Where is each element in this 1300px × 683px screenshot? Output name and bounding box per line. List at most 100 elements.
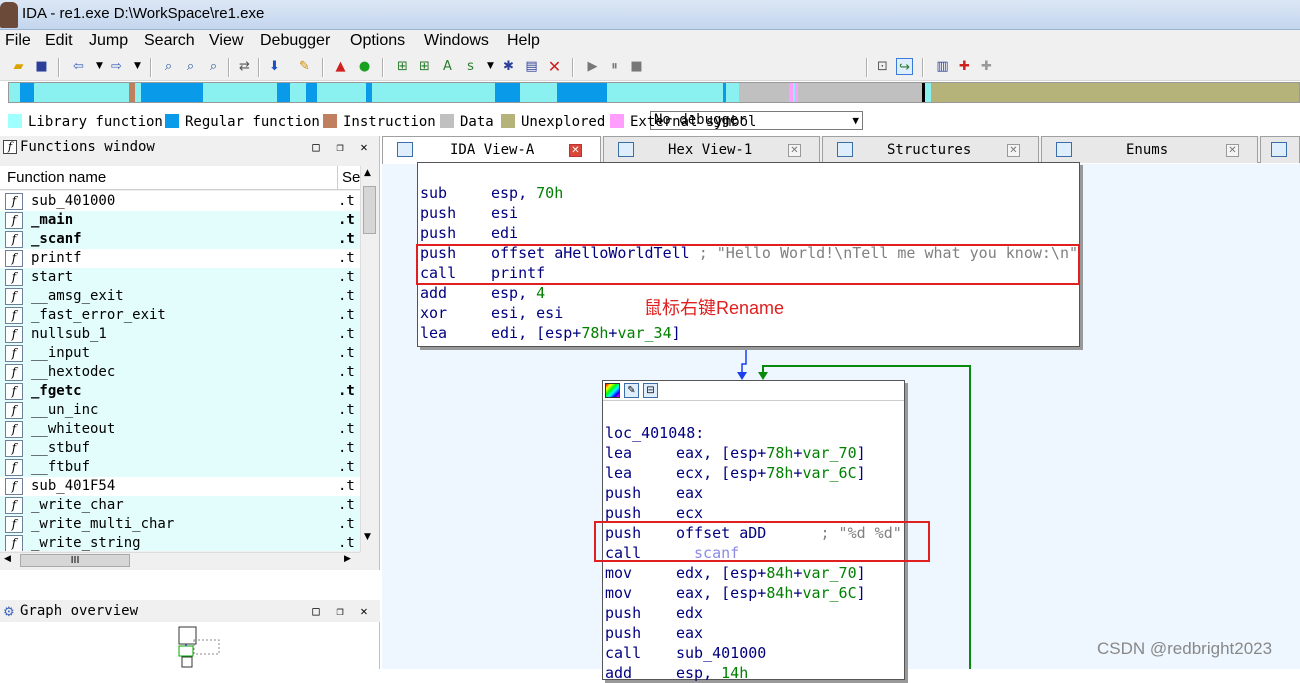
close-icon[interactable]: ✕ xyxy=(1226,144,1239,157)
close-icon[interactable]: ✕ xyxy=(788,144,801,157)
asm-operands[interactable]: sub_401000 xyxy=(676,643,766,663)
menu-options[interactable]: Options xyxy=(350,32,405,50)
forward-dropdown-icon[interactable]: ▼ xyxy=(129,58,146,75)
function-row[interactable]: f __ftbuf .t xyxy=(0,458,360,477)
data-icon[interactable]: ⊞ xyxy=(416,58,433,75)
scroll-up-icon[interactable]: ▲ xyxy=(364,168,371,178)
functions-vertical-scrollbar[interactable]: ▲ ▼ xyxy=(360,166,378,552)
block-label[interactable]: loc_401048: xyxy=(605,423,704,443)
call-target-sub-401000[interactable]: sub_401000 xyxy=(676,644,766,662)
code-icon[interactable]: ⊞ xyxy=(394,58,411,75)
asm-line[interactable]: lea xyxy=(420,323,447,343)
function-row[interactable]: f __un_inc .t xyxy=(0,401,360,420)
breakpoint-add-icon[interactable]: ✚ xyxy=(956,58,973,75)
function-row[interactable]: f sub_401F54 .t xyxy=(0,477,360,496)
restore-icon[interactable]: ❐ xyxy=(332,136,348,158)
menu-view[interactable]: View xyxy=(209,32,243,50)
function-row[interactable]: f printf .t xyxy=(0,249,360,268)
tab-hex-view-1[interactable]: Hex View-1 ✕ xyxy=(603,136,820,163)
tab-more[interactable] xyxy=(1260,136,1300,163)
scroll-down-icon[interactable]: ▼ xyxy=(364,532,371,542)
asm-line[interactable]: mov xyxy=(605,563,632,583)
graph-overview-minimap[interactable] xyxy=(170,624,230,669)
menu-search[interactable]: Search xyxy=(144,32,195,50)
menu-jump[interactable]: Jump xyxy=(89,32,128,50)
asm-line[interactable]: push xyxy=(605,483,641,503)
function-row[interactable]: f nullsub_1 .t xyxy=(0,325,360,344)
stop-icon[interactable]: ■ xyxy=(628,58,645,75)
menu-file[interactable]: File xyxy=(5,32,31,50)
minimize-icon[interactable]: □ xyxy=(308,136,324,158)
column-function-name[interactable]: Function name xyxy=(7,166,106,190)
menu-debugger[interactable]: Debugger xyxy=(260,32,330,50)
color-icon[interactable] xyxy=(605,383,620,398)
save-icon[interactable]: ■ xyxy=(33,58,50,75)
function-row[interactable]: f __hextodec .t xyxy=(0,363,360,382)
group-icon[interactable]: ⊟ xyxy=(643,383,658,398)
tab-structures[interactable]: Structures ✕ xyxy=(822,136,1039,163)
tab-enums[interactable]: Enums ✕ xyxy=(1041,136,1258,163)
function-row[interactable]: f _write_char .t xyxy=(0,496,360,515)
scroll-thumb[interactable] xyxy=(363,186,376,234)
green-circle-icon[interactable]: ● xyxy=(356,58,373,75)
step-icon[interactable]: ↪ xyxy=(896,58,913,75)
asm-line[interactable]: push xyxy=(420,203,456,223)
function-row[interactable]: f __amsg_exit .t xyxy=(0,287,360,306)
scroll-right-icon[interactable]: ▶ xyxy=(344,554,351,564)
jump-down-icon[interactable]: ⬇ xyxy=(266,58,283,75)
function-row[interactable]: f sub_401000 .t xyxy=(0,192,360,211)
breakpoint-remove-icon[interactable]: ✚ xyxy=(978,58,995,75)
attach-icon[interactable]: ⊡ xyxy=(874,58,891,75)
search-binary-icon[interactable]: ⌕ xyxy=(160,58,177,75)
menu-edit[interactable]: Edit xyxy=(45,32,73,50)
asm-line[interactable]: mov xyxy=(605,583,632,603)
string-dropdown-icon[interactable]: ▼ xyxy=(482,58,499,75)
function-row[interactable]: f _write_string .t xyxy=(0,534,360,551)
restore-icon[interactable]: ❐ xyxy=(332,600,348,622)
function-row[interactable]: f _fgetc .t xyxy=(0,382,360,401)
menu-help[interactable]: Help xyxy=(507,32,540,50)
asm-line[interactable]: sub xyxy=(420,183,447,203)
asm-line[interactable]: add xyxy=(420,283,447,303)
rename-icon[interactable]: ✎ xyxy=(624,383,639,398)
undefine-icon[interactable]: ✕ xyxy=(546,58,563,75)
search-next-icon[interactable]: ⇄ xyxy=(236,58,253,75)
tab-ida-view-a[interactable]: IDA View-A ✕ xyxy=(382,136,601,164)
back-dropdown-icon[interactable]: ▼ xyxy=(91,58,108,75)
close-icon[interactable]: ✕ xyxy=(569,144,582,157)
back-icon[interactable]: ⇦ xyxy=(70,58,87,75)
function-row[interactable]: f _main .t xyxy=(0,211,360,230)
minimize-icon[interactable]: □ xyxy=(308,600,324,622)
close-icon[interactable]: ✕ xyxy=(356,136,372,158)
asm-line[interactable]: push xyxy=(605,623,641,643)
function-row[interactable]: f _fast_error_exit .t xyxy=(0,306,360,325)
list-icon[interactable]: ▥ xyxy=(934,58,951,75)
graph-view[interactable]: sub esp, 70h push esi push edi push offs… xyxy=(382,162,1300,682)
navigation-band[interactable] xyxy=(8,82,1300,103)
function-row[interactable]: f _scanf .t xyxy=(0,230,360,249)
warning-icon[interactable]: ▲ xyxy=(332,58,349,75)
functions-horizontal-scrollbar[interactable]: ◀ III ▶ xyxy=(0,552,360,568)
asm-line[interactable]: xor xyxy=(420,303,447,323)
asm-line[interactable]: push xyxy=(605,603,641,623)
array-icon[interactable]: A xyxy=(439,58,456,75)
close-icon[interactable]: ✕ xyxy=(356,600,372,622)
string-icon[interactable]: s xyxy=(462,58,479,75)
play-icon[interactable]: ▶ xyxy=(584,58,601,75)
function-row[interactable]: f _write_multi_char .t xyxy=(0,515,360,534)
asm-line[interactable]: call xyxy=(605,643,641,663)
asm-line[interactable]: push xyxy=(605,503,641,523)
open-file-icon[interactable]: ▰ xyxy=(10,58,27,75)
function-row[interactable]: f __stbuf .t xyxy=(0,439,360,458)
search-immediate-icon[interactable]: ⌕ xyxy=(205,58,222,75)
scroll-left-icon[interactable]: ◀ xyxy=(4,554,11,564)
function-row[interactable]: f __input .t xyxy=(0,344,360,363)
asm-line[interactable]: lea xyxy=(605,463,632,483)
asm-line[interactable]: push xyxy=(420,223,456,243)
column-segment[interactable]: Se xyxy=(342,166,360,190)
close-icon[interactable]: ✕ xyxy=(1007,144,1020,157)
asm-line[interactable]: add xyxy=(605,663,632,683)
scroll-thumb[interactable]: III xyxy=(20,554,130,567)
pencil-icon[interactable]: ✎ xyxy=(296,58,313,75)
search-text-icon[interactable]: ⌕ xyxy=(182,58,199,75)
